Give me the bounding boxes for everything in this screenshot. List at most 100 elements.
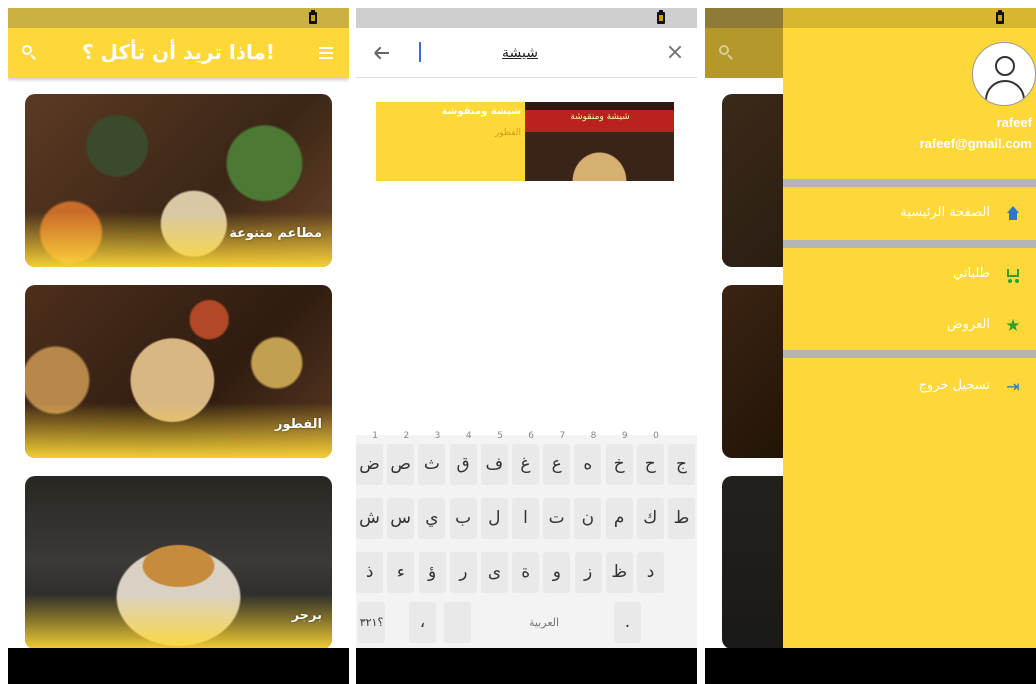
key-label: س [390,508,412,528]
keyboard-key[interactable]: ا [512,498,539,539]
status-bar [8,8,349,28]
key-label: ؤ [427,562,437,582]
drawer-item-home[interactable]: الصفحة الرئيسية [783,199,1036,229]
key-number-hint: 7 [559,431,566,441]
keyboard-key[interactable] [444,602,471,643]
keyboard-key[interactable]: ه8 [574,432,602,485]
keyboard-key[interactable]: ظ [605,552,633,593]
keyboard-key[interactable]: ض1 [356,432,383,485]
keyboard-key[interactable]: ح0 [636,432,664,485]
key-label: خ [613,454,625,474]
keyboard-key[interactable]: س [387,498,415,539]
key-number-hint: 0 [653,431,659,441]
keyboard-key[interactable]: ؤ [418,552,446,593]
key-number-hint: 2 [403,431,410,441]
keyboard-key[interactable]: ق4 [449,432,477,485]
keyboard-key[interactable]: ة [512,552,540,593]
page-title: ماذا تريد أن تأكل ؟! [81,40,276,64]
keyboard-key[interactable]: ث3 [418,432,446,485]
result-name: شيشة ومنقوشة [441,106,522,117]
keyboard-key[interactable]: ت [543,498,571,539]
keyboard-key[interactable]: ب [449,498,477,539]
category-label: الفطور [275,417,322,432]
key-label: ق [456,454,470,474]
result-image: شيشة ومنقوشة [525,102,674,181]
key-label: ة [521,562,531,582]
drawer-item-offers[interactable]: ★ العروض [783,311,1036,341]
search-input[interactable] [418,42,538,64]
keyboard-key[interactable]: ف5 [480,432,508,485]
keyboard-key[interactable]: م [605,498,633,539]
keyboard-key[interactable]: ي [418,498,446,539]
keyboard-key[interactable]: د [637,552,664,593]
category-card-burger[interactable]: برجر [25,476,332,649]
drawer-item-orders[interactable]: طلباتي [783,260,1036,290]
key-label: ب [455,508,472,528]
keyboard-key[interactable]: ل [480,498,508,539]
key-label: ث [423,454,440,474]
dimmed-card [722,285,783,458]
logout-icon: ⇥ [1006,377,1020,396]
category-card-breakfast[interactable]: الفطور [25,285,332,458]
cart-icon [1004,266,1022,284]
star-icon: ★ [1005,316,1021,336]
keyboard-key[interactable]: ك [636,498,664,539]
key-label: ، [419,612,426,632]
system-nav-bar [356,648,697,684]
drawer-item-label: تسجيل خروج [918,378,990,393]
key-label: ج [676,454,687,474]
search-result-item[interactable]: شيشة ومنقوشة الفطور شيشة ومنقوشة [376,102,674,181]
system-nav-bar [705,648,1036,684]
keyboard-key[interactable]: و [543,552,571,593]
keyboard-key[interactable]: غ6 [512,432,539,485]
keyboard-key[interactable]: ء [387,552,415,593]
key-label: ذ [365,562,374,582]
key-label: غ [520,454,531,474]
user-name: rafeef [996,115,1032,130]
status-bar [783,8,1036,28]
menu-icon[interactable] [319,47,333,59]
key-label: ظ [611,562,628,582]
key-label: . [624,612,631,632]
keyboard-key[interactable]: ط [668,498,695,539]
search-bar [356,28,697,78]
category-card-various[interactable]: مطاعم متنوعة [25,94,332,267]
key-number-hint: 3 [434,431,441,441]
key-label: ت [548,508,565,528]
key-number-hint: 1 [372,431,378,441]
keyboard-key[interactable]: ؟٣٢١ [358,602,385,643]
divider [783,240,1036,248]
drawer-item-label: طلباتي [953,266,990,281]
keyboard-key[interactable]: ج [668,444,695,485]
home-screen: ماذا تريد أن تأكل ؟! مطاعم متنوعة الفطور… [8,8,349,684]
navigation-drawer: rafeef rafeef@gmail.com الصفحة الرئيسية … [783,8,1036,684]
back-arrow-icon[interactable] [374,45,390,61]
key-label: ي [425,508,439,528]
avatar[interactable] [972,42,1036,106]
drawer-item-logout[interactable]: ⇥ تسجيل خروج [783,372,1036,402]
key-label: ع [551,454,562,474]
keyboard-key[interactable]: ع7 [543,432,571,485]
keyboard-key[interactable]: . [614,602,641,643]
keyboard-key[interactable]: ش [356,498,383,539]
battery-icon [657,10,665,24]
keyboard-key[interactable]: خ9 [605,432,633,485]
keyboard-key[interactable]: ص2 [387,432,415,485]
key-label: ح [644,454,656,474]
keyboard-key[interactable]: ى [481,552,508,593]
keyboard-key[interactable]: ، [409,602,436,643]
key-label: ش [359,508,380,528]
keyboard-key[interactable]: ر [449,552,477,593]
keyboard-key[interactable]: ذ [356,552,384,593]
user-email: rafeef@gmail.com [919,136,1032,151]
search-icon[interactable] [22,45,36,60]
keyboard-key[interactable]: ز [574,552,602,593]
keyboard-key[interactable]: ن [574,498,602,539]
category-label: مطاعم متنوعة [229,226,322,241]
key-label: ا [523,508,528,528]
key-label: ؟٣٢١ [359,616,384,629]
clear-icon[interactable] [667,44,683,60]
space-key[interactable]: العربية [489,602,599,643]
key-number-hint: 4 [465,431,472,441]
key-label: ز [583,562,593,582]
